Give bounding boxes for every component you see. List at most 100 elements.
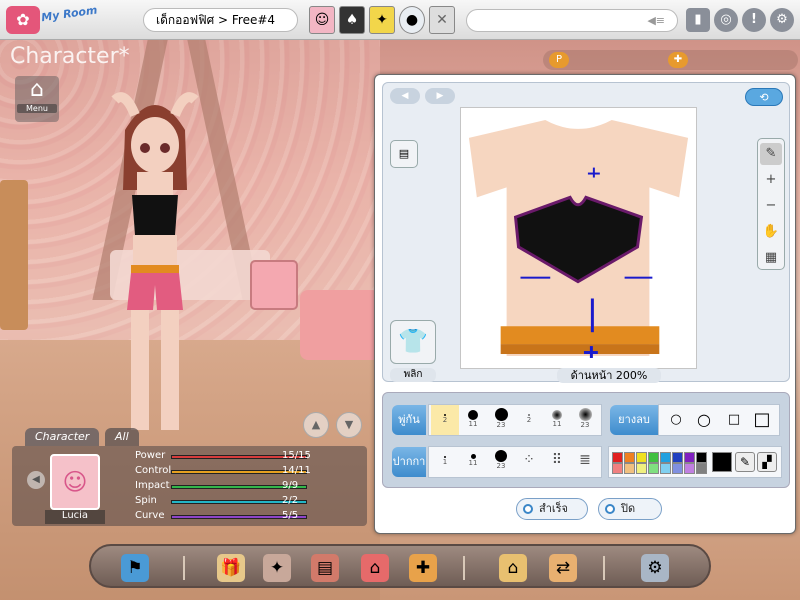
pen-sizes: 1 11 23 ⁘ ⠿ ≣ (428, 446, 602, 478)
pen-size-option[interactable]: 1 (431, 447, 459, 477)
slot-glyph: ● (405, 12, 419, 28)
avatar-name: Lucia (45, 510, 105, 524)
color-swatch[interactable] (648, 452, 659, 463)
breadcrumb: เด็กออฟฟิศ > Free#4 (143, 8, 298, 32)
gear-icon[interactable]: ⚙ (770, 8, 794, 32)
close-button[interactable]: ปิด (598, 498, 662, 520)
fill-bucket-icon[interactable]: ▞ (757, 452, 777, 472)
color-swatch[interactable] (636, 452, 647, 463)
gift-icon[interactable]: 🎁 (217, 554, 245, 582)
size-label: 2 (526, 416, 532, 424)
puzzle-icon[interactable]: ✚ (668, 52, 688, 68)
menu-button[interactable]: ⌂ Menu (15, 76, 59, 122)
color-swatch[interactable] (636, 463, 647, 474)
close-radio-icon (605, 504, 615, 514)
slot-empty-icon[interactable]: ✕ (429, 6, 455, 34)
color-swatch[interactable] (684, 463, 695, 474)
pen-size-option[interactable]: 11 (459, 447, 487, 477)
suitcase (250, 260, 298, 310)
scroll-up-button[interactable]: ▲ (303, 412, 329, 438)
tab-all[interactable]: All (105, 428, 139, 446)
tool-palette: ✎ + − ✋ ▦ (757, 138, 785, 270)
flip-button[interactable]: พลิก (390, 368, 436, 382)
slot-avatar-icon[interactable]: ☺ (309, 6, 335, 34)
color-swatch[interactable] (612, 463, 623, 474)
tab-character[interactable]: Character (25, 428, 100, 446)
home-exchange-icon[interactable]: ⇄ (549, 554, 577, 582)
puzzle-icon[interactable]: ✚ (409, 554, 437, 582)
stat-value: 2/2 (282, 495, 299, 506)
alert-icon[interactable]: ! (742, 8, 766, 32)
done-radio-icon (523, 504, 533, 514)
coin-icon[interactable]: P (549, 52, 569, 68)
zoom-out-icon[interactable]: − (760, 195, 782, 217)
done-label: สำเร็จ (539, 502, 569, 515)
undo-button[interactable]: ◀ (390, 88, 420, 104)
pen-size-option[interactable]: 23 (487, 447, 515, 477)
pen-spray-option[interactable]: ⁘ (515, 447, 543, 477)
pencil-icon[interactable]: ✎ (760, 143, 782, 165)
done-button[interactable]: สำเร็จ (516, 498, 588, 520)
color-swatch[interactable] (684, 452, 695, 463)
settings-plug-icon[interactable]: ⚙ (641, 554, 669, 582)
house-icon[interactable]: ⌂ (361, 554, 389, 582)
color-swatch[interactable] (696, 463, 707, 474)
stat-value: 15/15 (282, 450, 311, 461)
world-icon[interactable]: ◎ (714, 8, 738, 32)
eraser-square-large[interactable]: □ (753, 411, 771, 429)
color-swatch[interactable] (660, 463, 671, 474)
eyedropper-icon[interactable]: ✎ (735, 452, 755, 472)
stat-label: Power (135, 450, 166, 461)
slot-ball-icon[interactable]: ● (399, 6, 425, 34)
pen-dots-option[interactable]: ⠿ (543, 447, 571, 477)
brush-size-option[interactable]: 23 (487, 405, 515, 435)
size-label: 11 (468, 459, 478, 467)
stat-label: Control (135, 465, 172, 476)
scroll-down-button[interactable]: ▼ (336, 412, 362, 438)
color-swatch[interactable] (612, 452, 623, 463)
menu-label: Menu (17, 104, 57, 113)
zoom-in-icon[interactable]: + (760, 169, 782, 191)
hand-icon[interactable]: ✋ (760, 221, 782, 243)
color-swatch[interactable] (672, 463, 683, 474)
color-swatch[interactable] (672, 452, 683, 463)
reset-button[interactable]: ⟲ (745, 88, 783, 106)
book-icon[interactable]: ▤ (311, 554, 339, 582)
redo-button[interactable]: ▶ (425, 88, 455, 104)
flag-icon[interactable]: ⚑ (121, 554, 149, 582)
brush-size-option[interactable]: 11 (459, 405, 487, 435)
color-swatch[interactable] (624, 452, 635, 463)
prev-character-button[interactable]: ◀ (27, 471, 45, 489)
paint-canvas[interactable] (460, 107, 697, 369)
brush-row-label: พู่กัน (392, 405, 426, 435)
home-arrow-icon[interactable]: ⌂ (499, 554, 527, 582)
bottom-dock: ⚑ 🎁 ✦ ▤ ⌂ ✚ ⌂ ⇄ ⚙ (89, 544, 711, 588)
pen-lines-option[interactable]: ≣ (571, 447, 599, 477)
layer-tool-button[interactable]: ▤ (390, 140, 418, 168)
size-label: 23 (496, 462, 506, 470)
device-icon[interactable]: ▮ (686, 8, 710, 32)
slot-wing-icon[interactable]: ✦ (369, 6, 395, 34)
garment-select-button[interactable]: 👕 (390, 320, 436, 364)
view-zoom-label: ด้านหน้า 200% (557, 368, 661, 383)
brush-size-option[interactable]: 23 (571, 405, 599, 435)
color-swatch[interactable] (696, 452, 707, 463)
eraser-circle-large[interactable]: ○ (695, 411, 713, 429)
game-logo-icon[interactable]: ✿ (6, 6, 40, 34)
wing-icon[interactable]: ✦ (263, 554, 291, 582)
color-swatch[interactable] (648, 463, 659, 474)
brush-size-option[interactable]: 11 (543, 405, 571, 435)
size-label: 11 (468, 420, 478, 428)
slot-top-icon[interactable]: ♠ (339, 6, 365, 34)
grid-icon[interactable]: ▦ (760, 247, 782, 269)
chat-input[interactable]: ◀≡ (466, 9, 678, 32)
current-color-swatch[interactable] (712, 452, 732, 472)
color-swatch[interactable] (624, 463, 635, 474)
stat-impact: Impact 9/9 (135, 480, 360, 494)
brush-size-option[interactable]: 2 (515, 405, 543, 435)
color-swatch[interactable] (660, 452, 671, 463)
eraser-circle-small[interactable]: ○ (667, 411, 685, 429)
eraser-square-small[interactable]: □ (725, 411, 743, 429)
stat-value: 9/9 (282, 480, 299, 491)
brush-size-option[interactable]: 2 (431, 405, 459, 435)
